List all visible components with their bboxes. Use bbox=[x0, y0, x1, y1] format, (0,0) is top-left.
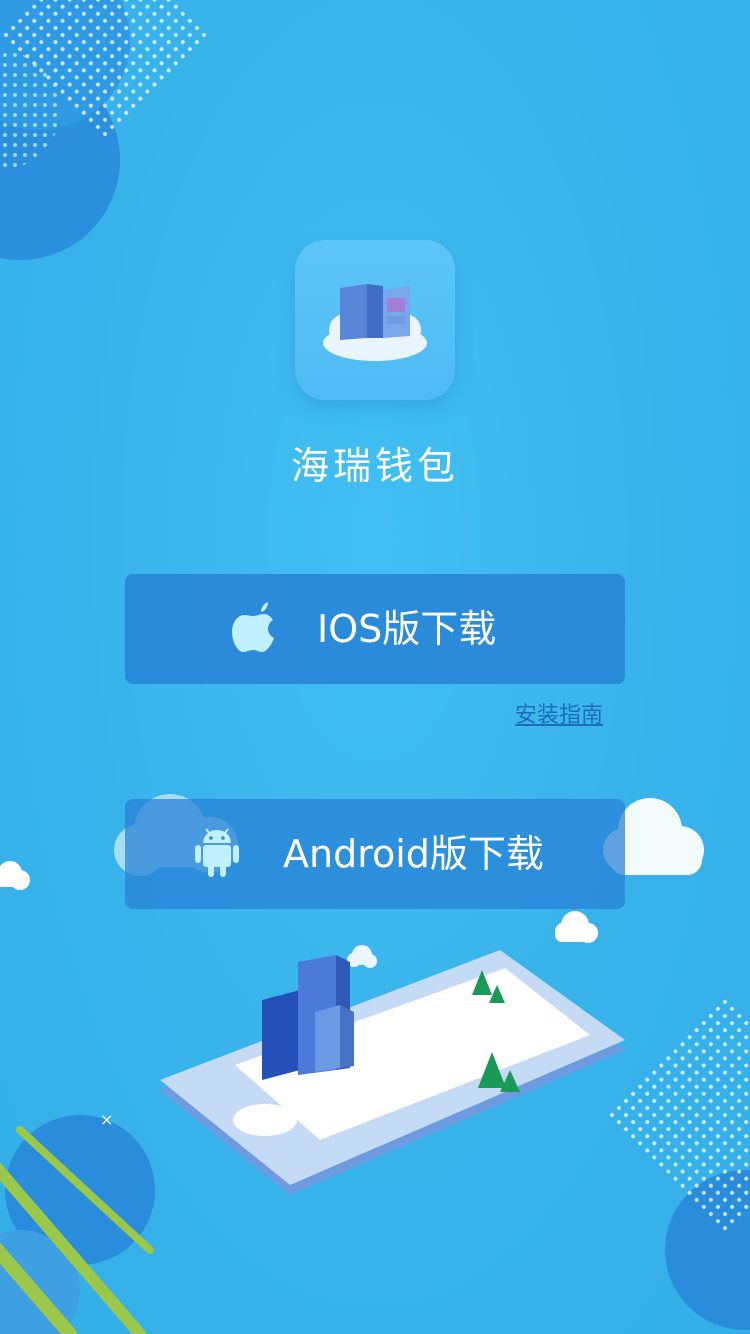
phone-illustration bbox=[160, 950, 625, 1195]
app-logo bbox=[295, 240, 455, 400]
bottom-right-decoration bbox=[604, 994, 750, 1330]
install-guide-link[interactable]: 安装指南 bbox=[515, 700, 603, 732]
ios-download-button[interactable]: IOS版下载 bbox=[125, 574, 625, 684]
android-icon bbox=[195, 828, 239, 877]
app-name: 海瑞钱包 bbox=[290, 444, 459, 488]
bottom-left-decoration: × bbox=[0, 1110, 155, 1334]
svg-text:×: × bbox=[100, 1110, 113, 1129]
top-left-decoration bbox=[0, 0, 212, 260]
ios-download-label: IOS版下载 bbox=[317, 607, 497, 651]
android-download-label: Android版下载 bbox=[283, 832, 544, 876]
buildings bbox=[262, 955, 354, 1080]
apple-icon bbox=[232, 602, 274, 652]
android-download-button[interactable]: Android版下载 bbox=[125, 799, 625, 909]
building-on-cloud-icon bbox=[323, 284, 427, 361]
